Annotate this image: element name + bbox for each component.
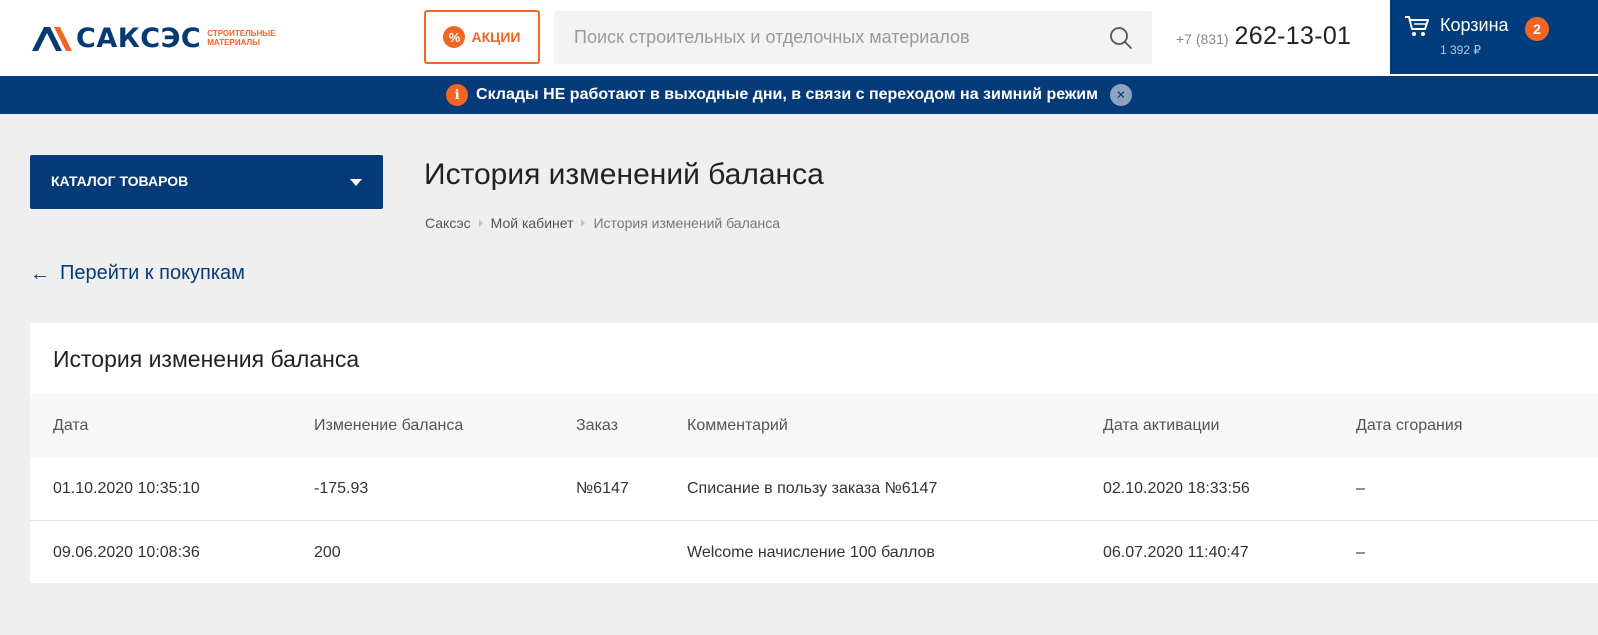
column-header: Дата: [53, 417, 89, 434]
cart-count-badge: 2: [1525, 17, 1549, 41]
cell-balance-change: -175.93: [314, 480, 369, 497]
column-header: Изменение баланса: [314, 417, 464, 434]
arrow-left-icon: ←: [30, 262, 50, 285]
cell-activation-date: 02.10.2020 18:33:56: [1103, 480, 1250, 497]
column-header: Комментарий: [687, 417, 788, 434]
cart-icon: [1404, 14, 1430, 43]
cell-date: 01.10.2020 10:35:10: [53, 480, 200, 497]
search-box: [554, 11, 1152, 64]
cell-comment: Welcome начисление 100 баллов: [687, 543, 935, 561]
breadcrumb-home[interactable]: Саксэс: [425, 215, 471, 231]
table-title: История изменения баланса: [53, 346, 360, 372]
logo-text: САКСЭС: [76, 22, 202, 54]
cart-button[interactable]: Корзина 1 392 ₽: [1390, 0, 1598, 74]
column-header: Дата сгорания: [1356, 417, 1463, 434]
back-link-label: Перейти к покупкам: [60, 262, 245, 284]
search-icon[interactable]: [1108, 25, 1134, 51]
breadcrumb-separator-icon: [478, 219, 483, 227]
notice-bar: i Склады НЕ работают в выходные дни, в с…: [0, 76, 1598, 114]
catalog-label: КАТАЛОГ ТОВАРОВ: [51, 173, 189, 189]
cell-order: №6147: [576, 480, 629, 497]
table-row: 01.10.2020 10:35:10 -175.93 №6147 Списан…: [30, 458, 1598, 521]
cart-sum: 1 392 ₽: [1440, 43, 1481, 57]
promo-label: АКЦИИ: [471, 29, 521, 45]
info-icon: i: [446, 84, 469, 106]
cell-expiry-date: –: [1356, 480, 1365, 497]
chevron-down-icon: [350, 179, 362, 186]
page-title: История изменений баланса: [424, 158, 824, 191]
column-header: Дата активации: [1103, 417, 1220, 434]
breadcrumb-current: История изменений баланса: [593, 215, 781, 231]
cell-date: 09.06.2020 10:08:36: [53, 543, 200, 561]
percent-icon: %: [443, 26, 466, 48]
logo-mark-icon: [32, 27, 72, 51]
cell-comment: Списание в пользу заказа №6147: [687, 480, 938, 497]
phone-number[interactable]: +7 (831) 262-13-01: [1176, 22, 1351, 51]
back-to-shopping-link[interactable]: ← Перейти к покупкам: [30, 262, 245, 285]
search-input[interactable]: [554, 11, 1094, 64]
site-logo[interactable]: САКСЭС СТРОИТЕЛЬНЫЕ МАТЕРИАЛЫ: [30, 20, 275, 56]
table-header: Дата Изменение баланса Заказ Комментарий…: [30, 394, 1598, 458]
breadcrumb-cabinet[interactable]: Мой кабинет: [491, 215, 574, 231]
site-header: САКСЭС СТРОИТЕЛЬНЫЕ МАТЕРИАЛЫ % АКЦИИ +7…: [0, 0, 1598, 76]
phone-main: 262-13-01: [1234, 22, 1352, 50]
column-header: Заказ: [576, 417, 618, 434]
breadcrumb-separator-icon: [581, 219, 586, 227]
balance-history-card: История изменения баланса Дата Изменение…: [30, 323, 1598, 583]
logo-subtitle: СТРОИТЕЛЬНЫЕ МАТЕРИАЛЫ: [207, 29, 276, 47]
promo-button[interactable]: % АКЦИИ: [424, 10, 540, 64]
close-icon[interactable]: ✕: [1109, 84, 1132, 106]
cell-expiry-date: –: [1356, 543, 1365, 561]
cell-balance-change: 200: [314, 543, 341, 561]
catalog-button[interactable]: КАТАЛОГ ТОВАРОВ: [30, 155, 383, 209]
cart-label: Корзина: [1440, 15, 1509, 35]
cell-activation-date: 06.07.2020 11:40:47: [1103, 543, 1249, 561]
notice-text: Склады НЕ работают в выходные дни, в свя…: [476, 86, 1098, 103]
table-row: 09.06.2020 10:08:36 200 Welcome начислен…: [30, 521, 1598, 584]
phone-code: +7 (831): [1176, 31, 1229, 47]
breadcrumb: Саксэс Мой кабинет История изменений бал…: [425, 215, 780, 231]
